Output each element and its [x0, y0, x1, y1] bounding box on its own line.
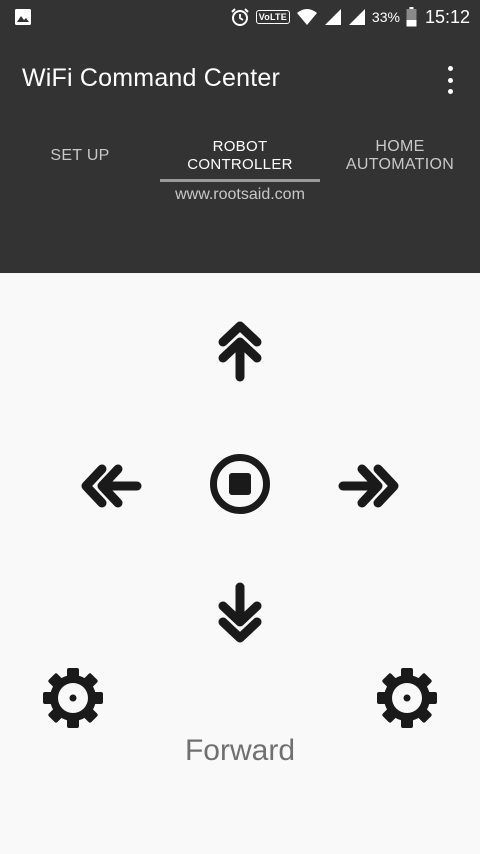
battery-percent: 33%	[371, 9, 400, 25]
tab-label: SET UP	[50, 147, 110, 164]
wifi-icon	[296, 8, 318, 26]
double-arrow-up-icon[interactable]	[216, 318, 264, 384]
command-status-text: Forward	[184, 734, 296, 767]
volte-badge: VoLTE	[255, 10, 290, 24]
stop-icon[interactable]	[208, 452, 272, 516]
signal-icon	[324, 8, 342, 26]
tab-robot-controller[interactable]: ROBOT CONTROLLER	[160, 130, 320, 182]
double-arrow-left-icon[interactable]	[78, 462, 144, 510]
status-icons: VoLTE 33% 15:12	[230, 5, 470, 29]
tab-label: HOME AUTOMATION	[345, 138, 455, 173]
tab-subtitle: www.rootsaid.com	[175, 186, 305, 203]
image-icon	[14, 8, 32, 31]
tab-label: ROBOT CONTROLLER	[187, 138, 293, 173]
gear-icon[interactable]	[375, 666, 439, 730]
battery-icon	[406, 7, 417, 27]
app-header: VoLTE 33% 15:12 WiFi Command Center SET …	[0, 0, 480, 273]
clock-time: 15:12	[424, 6, 470, 27]
tab-set-up[interactable]: SET UP	[0, 130, 160, 182]
signal-icon-2	[348, 8, 366, 26]
tab-indicator	[160, 179, 320, 182]
double-arrow-down-icon[interactable]	[216, 580, 264, 646]
gear-icon[interactable]	[41, 666, 105, 730]
alarm-icon	[230, 7, 250, 27]
app-title: WiFi Command Center	[22, 64, 281, 92]
overflow-menu-icon[interactable]	[440, 66, 460, 94]
status-bar: VoLTE 33% 15:12	[0, 0, 480, 34]
double-arrow-right-icon[interactable]	[336, 462, 402, 510]
tab-home-automation[interactable]: HOME AUTOMATION	[320, 130, 480, 182]
